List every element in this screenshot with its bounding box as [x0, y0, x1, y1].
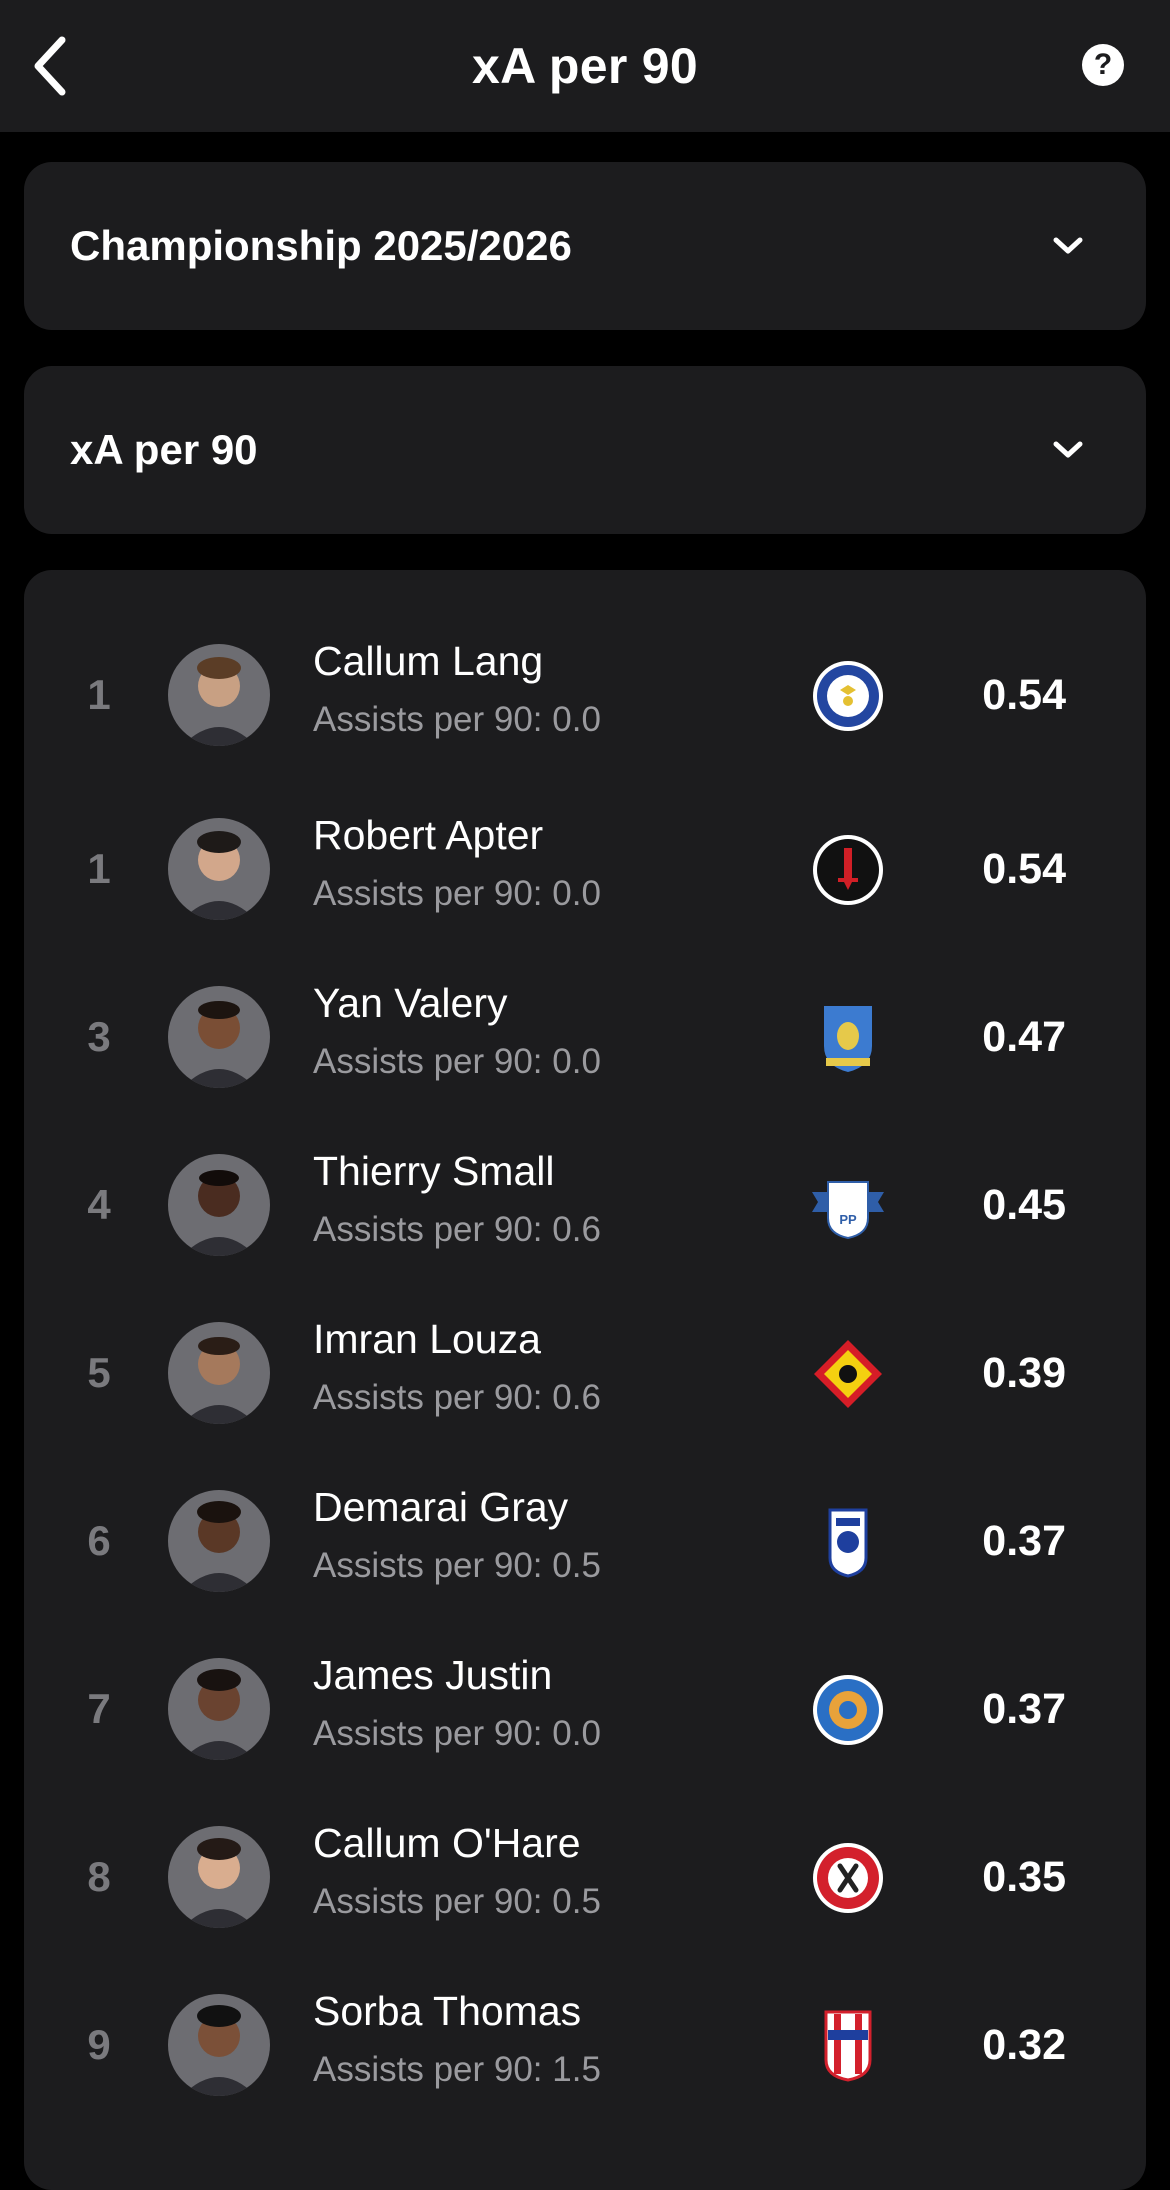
player-row[interactable]: 6 Demarai Gray Assists per 90: 0.5 0.37	[24, 1466, 1146, 1616]
player-xa-value: 0.39	[982, 1348, 1066, 1397]
player-rank: 1	[87, 671, 111, 718]
svg-text:PP: PP	[839, 1212, 857, 1227]
player-xa-value: 0.45	[982, 1180, 1066, 1229]
player-subtitle: Assists per 90: 0.5	[313, 1882, 601, 1921]
charlton-crest-icon	[810, 832, 886, 908]
player-row[interactable]: 3 Yan Valery Assists per 90: 0.0 0.47	[24, 962, 1146, 1112]
player-name: Callum O'Hare	[313, 1820, 581, 1866]
player-avatar	[168, 1658, 270, 1760]
player-row[interactable]: 8 Callum O'Hare Assists per 90: 0.5 0.35	[24, 1802, 1146, 1952]
page-title: xA per 90	[472, 38, 698, 94]
player-subtitle: Assists per 90: 1.5	[313, 2050, 601, 2089]
birmingham-crest-icon	[810, 1504, 886, 1580]
season-dropdown[interactable]: Championship 2025/2026	[24, 162, 1146, 330]
player-name: James Justin	[313, 1652, 553, 1698]
chevron-down-icon	[1050, 432, 1086, 468]
player-row[interactable]: 4 Thierry Small Assists per 90: 0.6 PP 0…	[24, 1130, 1146, 1280]
sheffield-united-crest-icon	[810, 1840, 886, 1916]
player-xa-value: 0.54	[982, 844, 1066, 893]
player-xa-value: 0.32	[982, 2020, 1066, 2069]
player-avatar	[168, 986, 270, 1088]
player-subtitle: Assists per 90: 0.0	[313, 1714, 601, 1753]
player-name: Callum Lang	[313, 638, 544, 684]
player-name: Imran Louza	[313, 1316, 541, 1362]
watford-crest-icon	[810, 1336, 886, 1412]
player-name: Thierry Small	[313, 1148, 555, 1194]
player-rank: 3	[87, 1013, 111, 1060]
player-subtitle: Assists per 90: 0.6	[313, 1210, 601, 1249]
leicester-crest-icon	[810, 1672, 886, 1748]
player-avatar	[168, 1490, 270, 1592]
player-avatar	[168, 1826, 270, 1928]
player-row[interactable]: 1 Callum Lang Assists per 90: 0.0 0.54	[24, 620, 1146, 770]
stat-dropdown-label: xA per 90	[70, 426, 258, 473]
player-subtitle: Assists per 90: 0.6	[313, 1378, 601, 1417]
player-subtitle: Assists per 90: 0.0	[313, 874, 601, 913]
stat-dropdown[interactable]: xA per 90	[24, 366, 1146, 534]
player-name: Robert Apter	[313, 812, 544, 858]
player-rank: 5	[87, 1349, 111, 1396]
sheffield-wednesday-crest-icon	[810, 1000, 886, 1076]
question-mark-icon: ?	[1093, 48, 1113, 81]
player-rank: 1	[87, 845, 111, 892]
player-avatar	[168, 1154, 270, 1256]
player-xa-value: 0.54	[982, 670, 1066, 719]
player-xa-value: 0.37	[982, 1516, 1066, 1565]
player-xa-value: 0.35	[982, 1852, 1066, 1901]
player-avatar	[168, 818, 270, 920]
leaderboard-list: 1 Callum Lang Assists per 90: 0.0 0.54 1…	[24, 570, 1146, 2190]
player-name: Demarai Gray	[313, 1484, 569, 1530]
top-bar: xA per 90 ?	[0, 0, 1170, 132]
player-xa-value: 0.37	[982, 1684, 1066, 1733]
player-rank: 9	[87, 2021, 111, 2068]
player-rank: 7	[87, 1685, 111, 1732]
player-rank: 6	[87, 1517, 111, 1564]
player-subtitle: Assists per 90: 0.0	[313, 700, 601, 739]
player-avatar	[168, 1994, 270, 2096]
help-button[interactable]: ?	[1082, 44, 1124, 86]
player-xa-value: 0.47	[982, 1012, 1066, 1061]
player-name: Yan Valery	[313, 980, 508, 1026]
season-dropdown-label: Championship 2025/2026	[70, 222, 572, 269]
portsmouth-crest-icon	[810, 658, 886, 734]
stoke-crest-icon	[810, 2008, 886, 2084]
player-rank: 8	[87, 1853, 111, 1900]
player-row[interactable]: 9 Sorba Thomas Assists per 90: 1.5 0.32	[24, 1970, 1146, 2120]
chevron-down-icon	[1050, 228, 1086, 264]
player-subtitle: Assists per 90: 0.5	[313, 1546, 601, 1585]
player-subtitle: Assists per 90: 0.0	[313, 1042, 601, 1081]
player-row[interactable]: 7 James Justin Assists per 90: 0.0 0.37	[24, 1634, 1146, 1784]
preston-crest-icon: PP	[810, 1168, 886, 1244]
player-rank: 4	[87, 1181, 111, 1228]
player-avatar	[168, 644, 270, 746]
player-name: Sorba Thomas	[313, 1988, 582, 2034]
player-avatar	[168, 1322, 270, 1424]
player-row[interactable]: 1 Robert Apter Assists per 90: 0.0 0.54	[24, 794, 1146, 944]
player-row[interactable]: 5 Imran Louza Assists per 90: 0.6 0.39	[24, 1298, 1146, 1448]
